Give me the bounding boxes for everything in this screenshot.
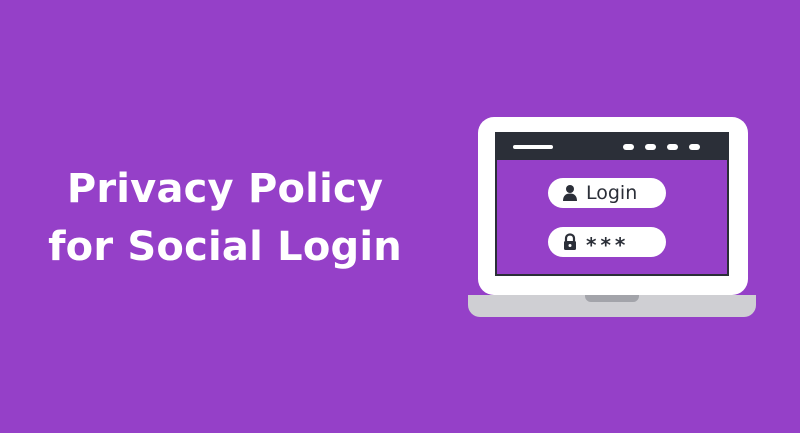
headline-line-2: for Social Login [48, 224, 402, 270]
laptop-screen: Login *** [495, 132, 729, 276]
window-dot [623, 144, 634, 150]
window-dot [667, 144, 678, 150]
password-mask: *** [586, 233, 630, 257]
laptop-notch [585, 295, 639, 302]
headline: Privacy Policy for Social Login [40, 160, 410, 276]
browser-bar [497, 134, 727, 160]
address-bar-line [513, 145, 553, 149]
window-dot [645, 144, 656, 150]
user-icon [562, 184, 578, 202]
login-field: Login [548, 178, 666, 208]
login-label: Login [586, 181, 638, 204]
password-field: *** [548, 227, 666, 257]
lock-icon [562, 233, 578, 251]
headline-line-1: Privacy Policy [66, 166, 384, 212]
window-dot [689, 144, 700, 150]
